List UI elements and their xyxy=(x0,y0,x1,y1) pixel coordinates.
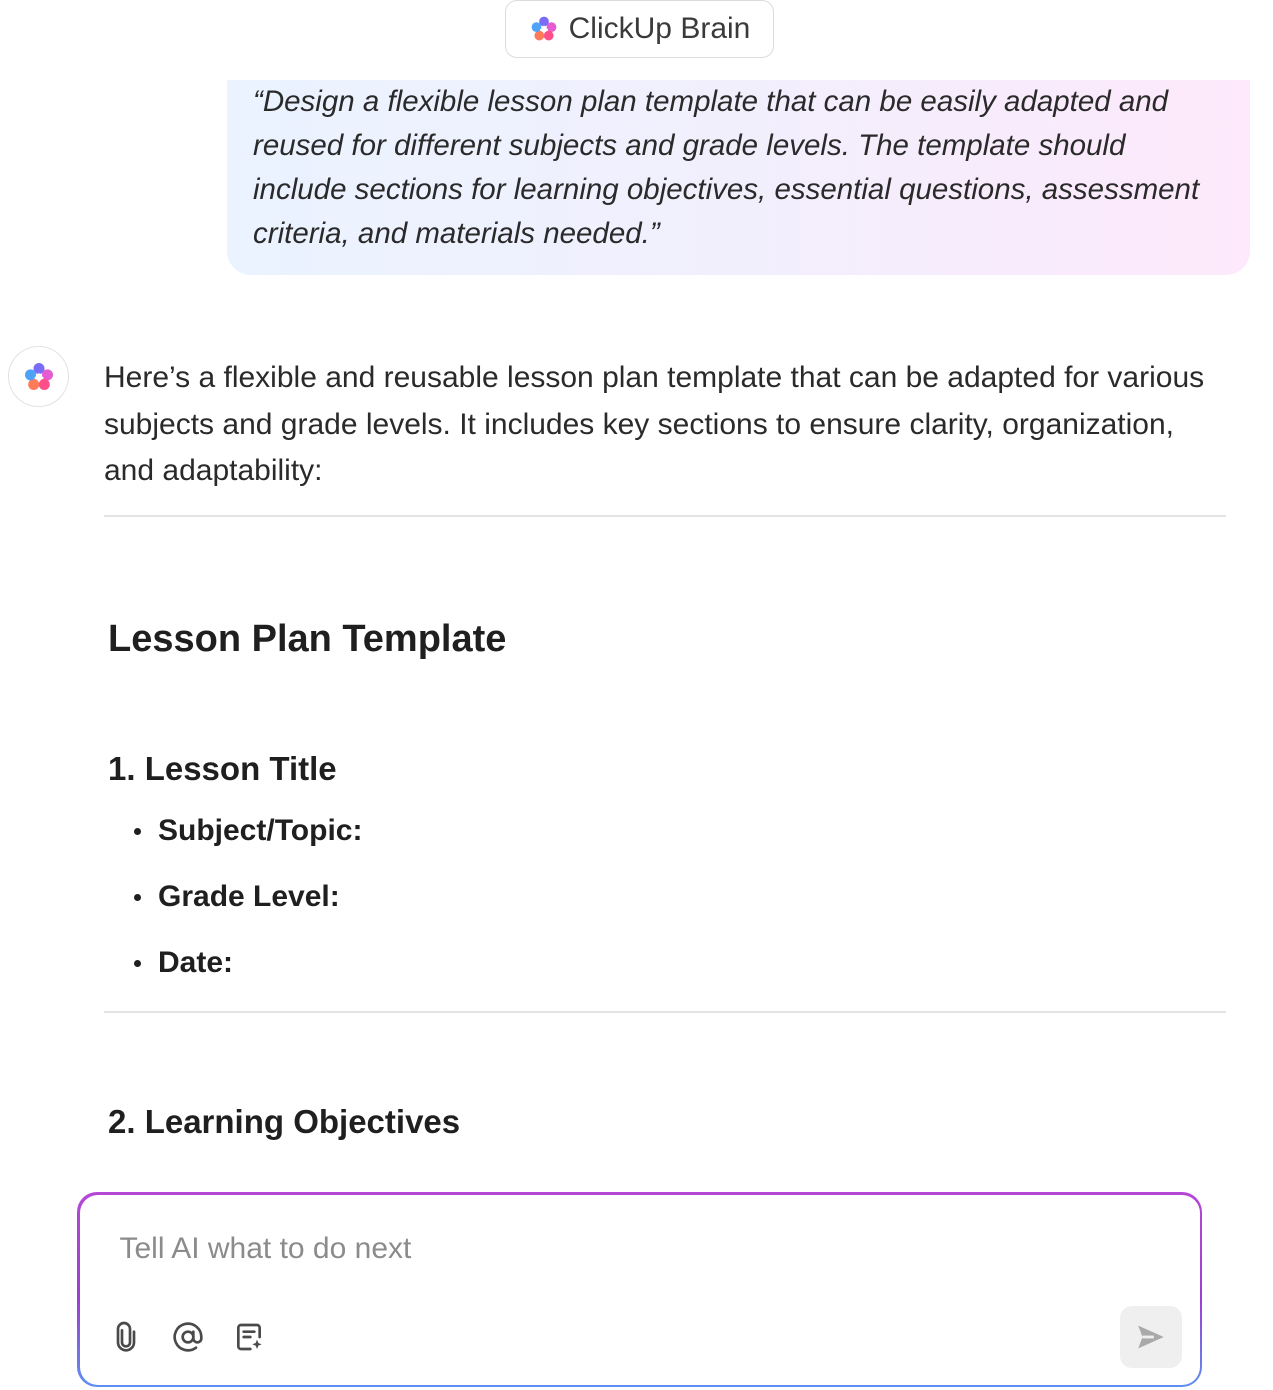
mention-icon xyxy=(172,1321,203,1352)
list-item: Grade Level: xyxy=(134,880,340,914)
ai-input-container xyxy=(79,1194,1200,1385)
divider xyxy=(104,515,1226,517)
list-item: Date: xyxy=(134,946,233,980)
ai-response-intro: Here’s a flexible and reusable lesson pl… xyxy=(104,361,1205,487)
chat-panel: ClickUp Brain “Design a flexible lesson … xyxy=(0,0,1273,1390)
bullet-icon xyxy=(134,893,141,901)
send-button[interactable] xyxy=(1119,1305,1182,1368)
bullet-label: Date: xyxy=(158,946,234,979)
mention-button[interactable] xyxy=(170,1319,206,1355)
clickup-brain-header[interactable]: ClickUp Brain xyxy=(505,0,774,58)
clickup-brain-logo-icon xyxy=(531,16,557,41)
ai-doc-icon xyxy=(236,1323,262,1350)
user-prompt-bubble: “Design a flexible lesson plan template … xyxy=(227,80,1250,275)
ai-doc-button[interactable] xyxy=(231,1319,267,1355)
clickup-brain-logo-icon xyxy=(24,362,53,390)
ai-prompt-input[interactable] xyxy=(119,1228,1020,1269)
header-title: ClickUp Brain xyxy=(568,12,751,45)
bullet-label: Grade Level: xyxy=(158,880,340,913)
user-prompt-text: “Design a flexible lesson plan template … xyxy=(253,85,1200,250)
bullet-label: Subject/Topic: xyxy=(158,814,363,847)
divider xyxy=(104,1011,1226,1013)
response-heading: Lesson Plan Template xyxy=(108,618,507,660)
bullet-icon xyxy=(134,827,141,835)
bullet-icon xyxy=(134,959,141,967)
send-icon xyxy=(1137,1325,1164,1348)
list-item: Subject/Topic: xyxy=(134,814,362,848)
ai-avatar xyxy=(8,346,69,407)
attach-button[interactable] xyxy=(108,1319,144,1355)
ai-input-box xyxy=(77,1192,1202,1387)
section-title-learning-objectives: 2. Learning Objectives xyxy=(108,1103,461,1140)
attach-icon xyxy=(116,1321,135,1352)
section-title-lesson-title: 1. Lesson Title xyxy=(108,750,337,787)
